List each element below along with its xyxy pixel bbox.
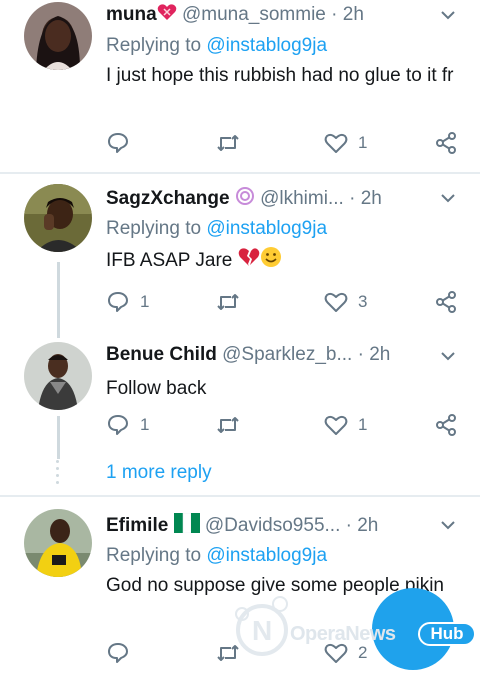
replying-to: Replying to @instablog9ja (106, 35, 462, 57)
heart-icon (324, 292, 348, 312)
reply-icon (108, 292, 128, 312)
reply-button[interactable] (106, 638, 140, 668)
thread-dots (55, 460, 61, 488)
handle[interactable]: @muna_sommie (182, 4, 326, 25)
retweet-icon (217, 417, 239, 433)
retweet-icon (217, 294, 239, 310)
retweet-button[interactable] (216, 287, 250, 317)
reply-count: 1 (140, 415, 150, 434)
separator-dot: · (349, 188, 356, 210)
tweet-muna[interactable]: muna @muna_sommie · 2h Replying to @inst… (0, 0, 480, 170)
reply-button[interactable]: 1 (106, 287, 149, 317)
nigeria-flag-icon (173, 512, 200, 539)
timestamp[interactable]: 2h (361, 188, 382, 209)
tweet-actions: 1 1 (106, 410, 466, 440)
chevron-down-icon[interactable] (440, 348, 456, 364)
heart-icon (324, 415, 348, 435)
tweet-text: Follow back (106, 378, 207, 399)
mention-link[interactable]: @instablog9ja (206, 545, 327, 566)
replying-prefix: Replying to (106, 35, 202, 56)
replying-to: Replying to @instablog9ja (106, 545, 462, 567)
like-button[interactable]: 3 (324, 287, 367, 317)
mention-link[interactable]: @instablog9ja (206, 35, 327, 56)
smiley-icon (260, 246, 282, 276)
mention-link[interactable]: @instablog9ja (206, 218, 327, 239)
tweet-actions: 1 (106, 128, 466, 158)
timestamp[interactable]: 2h (357, 515, 378, 536)
reply-icon (108, 133, 128, 153)
like-button[interactable]: 1 (324, 128, 367, 158)
watermark-badge: Hub (418, 622, 476, 646)
heart-with-ribbon-icon (157, 3, 177, 27)
reply-button[interactable] (106, 128, 140, 158)
reply-button[interactable]: 1 (106, 410, 149, 440)
tweet-header: SagzXchange @lkhimi... · 2h (106, 186, 462, 212)
display-name[interactable]: Efimile (106, 515, 168, 536)
separator-dot: · (331, 4, 338, 26)
avatar[interactable] (24, 509, 92, 577)
avatar-image (24, 342, 92, 410)
share-icon (436, 132, 456, 154)
avatar-image (24, 509, 92, 577)
display-name[interactable]: Benue Child (106, 344, 217, 365)
retweet-icon (217, 135, 239, 151)
tweet-header: Efimile @Davidso955... · 2h (106, 512, 462, 539)
tweet-text: IFB ASAP Jare (106, 246, 462, 276)
chevron-down-icon[interactable] (440, 7, 456, 23)
reply-icon (108, 643, 128, 663)
timestamp[interactable]: 2h (343, 4, 364, 25)
tweet-header: Benue Child @Sparklez_b... · 2h (106, 344, 462, 370)
thread-line (57, 416, 60, 459)
avatar[interactable] (24, 184, 92, 252)
retweet-button[interactable] (216, 128, 250, 158)
chevron-down-icon[interactable] (440, 517, 456, 533)
replying-prefix: Replying to (106, 545, 202, 566)
like-count: 1 (358, 133, 368, 152)
tweet-benue-child[interactable]: Benue Child @Sparklez_b... · 2h Follow b… (0, 324, 480, 459)
thread-line (57, 262, 60, 324)
reply-count: 1 (140, 292, 150, 311)
handle[interactable]: @Sparklez_b... (222, 344, 352, 365)
more-reply-link[interactable]: 1 more reply (106, 462, 212, 484)
share-button[interactable] (434, 410, 458, 440)
watermark-text: OperaNews (290, 623, 396, 645)
display-name[interactable]: muna (106, 4, 157, 25)
replying-to: Replying to @instablog9ja (106, 218, 462, 240)
avatar[interactable] (24, 342, 92, 410)
thread-line (57, 324, 60, 338)
share-button[interactable] (434, 287, 458, 317)
reply-icon (108, 415, 128, 435)
timestamp[interactable]: 2h (369, 344, 390, 365)
separator-dot: · (345, 515, 352, 537)
share-icon (436, 291, 456, 313)
heart-icon (324, 133, 348, 153)
avatar-image (24, 2, 92, 70)
avatar-image (24, 184, 92, 252)
avatar[interactable] (24, 2, 92, 70)
tweet-text: I just hope this rubbish had no glue to … (106, 65, 454, 86)
broken-heart-icon (238, 247, 260, 275)
like-count: 3 (358, 292, 368, 311)
tweet-header: muna @muna_sommie · 2h (106, 3, 462, 29)
chevron-down-icon[interactable] (440, 190, 456, 206)
retweet-button[interactable] (216, 410, 250, 440)
handle[interactable]: @lkhimi... (260, 188, 344, 209)
tweet-actions: 1 3 (106, 287, 466, 317)
handle[interactable]: @Davidso955... (205, 515, 340, 536)
display-name[interactable]: SagzXchange (106, 188, 230, 209)
tweet-sagzxchange[interactable]: SagzXchange @lkhimi... · 2h Replying to … (0, 174, 480, 324)
share-icon (436, 414, 456, 436)
tweet-text-content: IFB ASAP Jare (106, 250, 233, 272)
cyclone-swirl-icon (235, 186, 255, 212)
replying-prefix: Replying to (106, 218, 202, 239)
share-button[interactable] (434, 128, 458, 158)
svg-text:N: N (252, 615, 272, 646)
separator-dot: · (357, 344, 364, 365)
like-button[interactable]: 1 (324, 410, 367, 440)
like-count: 1 (358, 415, 368, 434)
